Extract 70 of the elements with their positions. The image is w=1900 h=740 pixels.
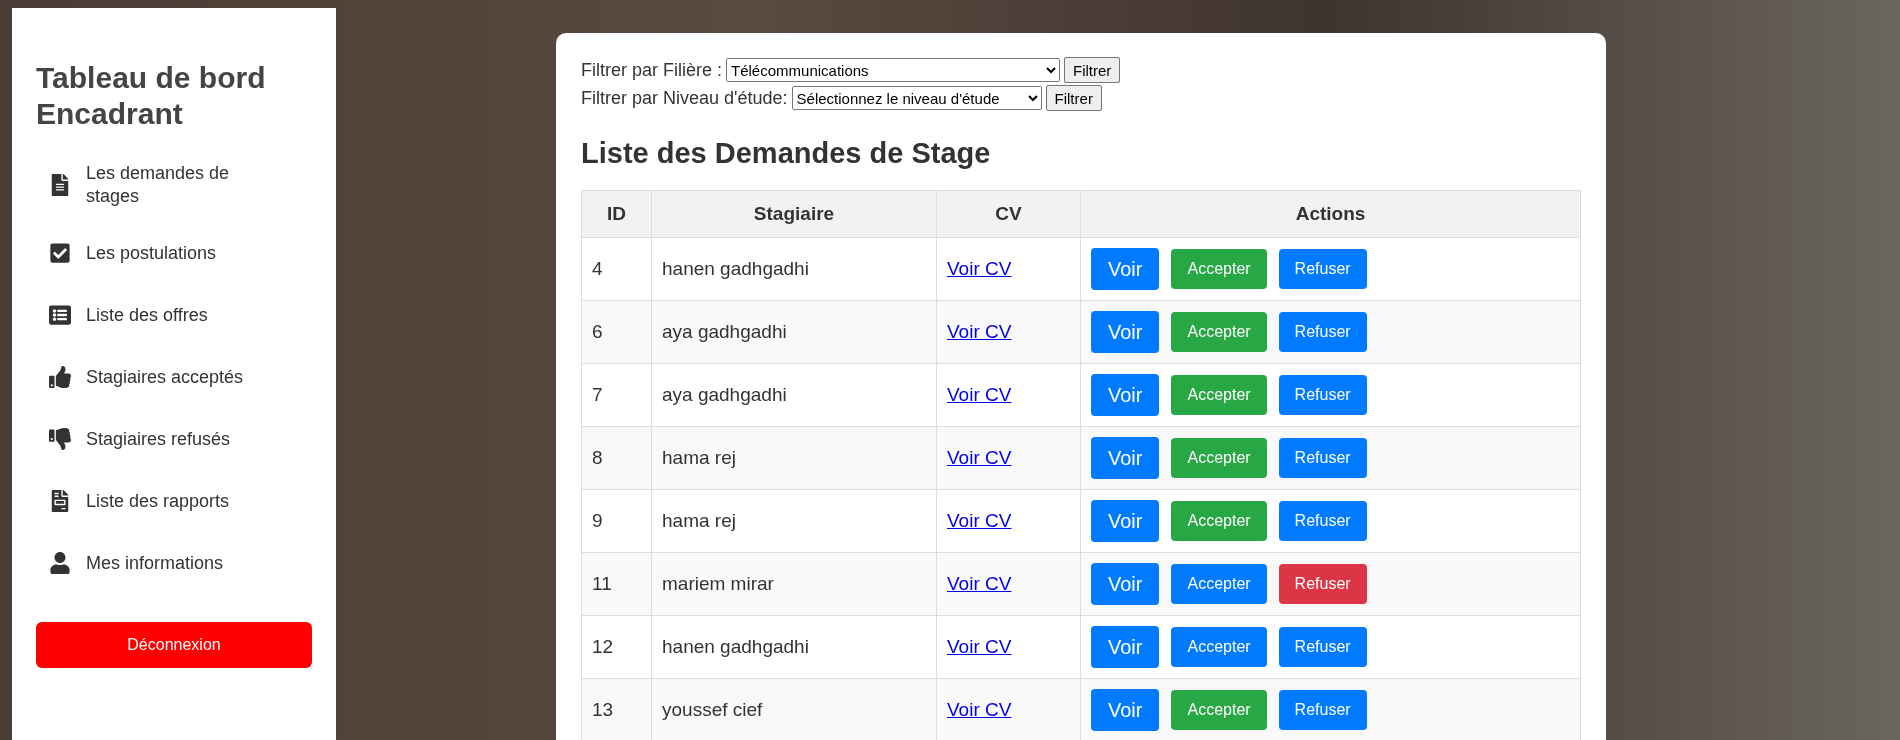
sidebar-item[interactable]: Stagiaires acceptés [46,360,256,394]
refuse-button[interactable]: Refuser [1278,312,1367,352]
accept-button[interactable]: Accepter [1171,690,1267,730]
table-cell: mariem mirar [651,552,937,616]
filter-select[interactable]: Sélectionnez le niveau d'étude [791,86,1042,110]
filter-select[interactable]: Télécommunications [726,58,1061,82]
accept-button[interactable]: Accepter [1171,564,1267,604]
sidebar-title: Tableau de bord Encadrant [36,60,267,132]
table-cell: hama rej [651,489,937,553]
sidebar-item[interactable]: Mes informations [46,546,256,580]
cv-link[interactable]: Voir CV [947,384,1012,405]
thumbs-down-icon [46,428,74,450]
filter-button[interactable]: Filtrer [1064,57,1121,83]
view-button[interactable]: Voir [1091,689,1160,731]
accept-button[interactable]: Accepter [1171,501,1267,541]
column-header: ID [581,190,652,238]
column-header: Stagiaire [651,190,937,238]
view-button[interactable]: Voir [1091,248,1160,290]
table-cell: aya gadhgadhi [651,300,937,364]
cv-link[interactable]: Voir CV [947,636,1012,657]
accept-button[interactable]: Accepter [1171,438,1267,478]
accept-button[interactable]: Accepter [1171,627,1267,667]
refuse-button[interactable]: Refuser [1278,690,1367,730]
refuse-button[interactable]: Refuser [1278,627,1367,667]
sidebar-item[interactable]: Liste des rapports [46,484,256,518]
page-heading: Liste des Demandes de Stage [581,137,992,170]
sidebar-item[interactable]: Les demandes de stages [46,162,256,208]
column-header: CV [936,190,1081,238]
logout-button[interactable]: Déconnexion [36,622,312,668]
table-cell: 13 [581,678,652,740]
view-button[interactable]: Voir [1091,437,1160,479]
accept-button[interactable]: Accepter [1171,249,1267,289]
table-cell: 8 [581,426,652,490]
table-cell: hama rej [651,426,937,490]
view-button[interactable]: Voir [1091,311,1160,353]
thumbs-up-icon [46,366,74,388]
refuse-button[interactable]: Refuser [1278,375,1367,415]
table-cell: 12 [581,615,652,679]
refuse-button[interactable]: Refuser [1278,438,1367,478]
cv-link[interactable]: Voir CV [947,258,1012,279]
list-icon [46,304,74,326]
sidebar-item[interactable]: Liste des offres [46,298,256,332]
refuse-button[interactable]: Refuser [1278,501,1367,541]
table-cell: hanen gadhgadhi [651,237,937,301]
refuse-button[interactable]: Refuser [1278,564,1367,604]
filter-button[interactable]: Filtrer [1045,85,1102,111]
sidebar-item[interactable]: Les postulations [46,236,256,270]
cv-link[interactable]: Voir CV [947,510,1012,531]
table-cell: hanen gadhgadhi [651,615,937,679]
cv-link[interactable]: Voir CV [947,699,1012,720]
table-cell: 11 [581,552,652,616]
table-cell: aya gadhgadhi [651,363,937,427]
table-cell: 4 [581,237,652,301]
view-button[interactable]: Voir [1091,500,1160,542]
table-cell: 7 [581,363,652,427]
refuse-button[interactable]: Refuser [1278,249,1367,289]
accept-button[interactable]: Accepter [1171,312,1267,352]
cv-link[interactable]: Voir CV [947,573,1012,594]
table-cell: 9 [581,489,652,553]
view-button[interactable]: Voir [1091,626,1160,668]
sidebar-item[interactable]: Stagiaires refusés [46,422,256,456]
view-button[interactable]: Voir [1091,374,1160,416]
view-button[interactable]: Voir [1091,563,1160,605]
accept-button[interactable]: Accepter [1171,375,1267,415]
filter-label: Filtrer par Filière : [581,59,723,81]
cv-link[interactable]: Voir CV [947,447,1012,468]
table-cell: 6 [581,300,652,364]
filter-label: Filtrer par Niveau d'étude: [581,87,788,109]
column-header: Actions [1080,190,1581,238]
cv-link[interactable]: Voir CV [947,321,1012,342]
